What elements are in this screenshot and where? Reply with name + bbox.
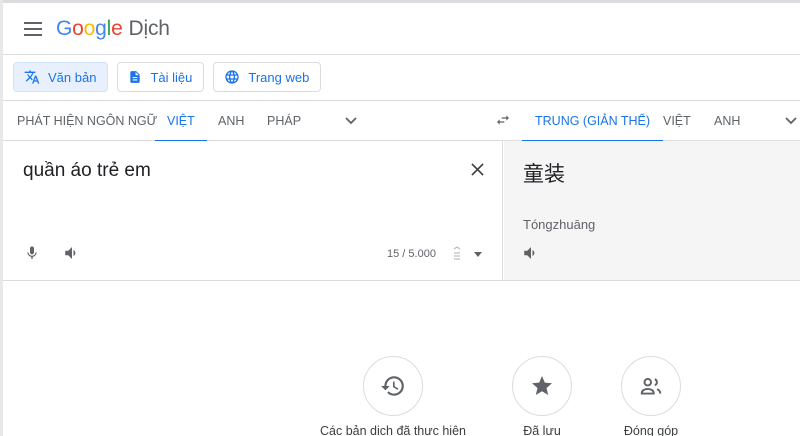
document-mode-label: Tài liệu [150, 69, 193, 85]
product-name: Dịch [128, 17, 170, 40]
swap-languages-button[interactable] [495, 112, 511, 133]
text-mode-label: Văn bản [48, 69, 97, 85]
character-count: 15 / 5.000 [387, 248, 436, 260]
speaker-icon [65, 247, 76, 259]
globe-icon [225, 70, 240, 84]
source-lang-vietnamese-tab[interactable]: VIỆT [155, 101, 207, 142]
source-text-panel: quần áo trẻ em 15 / 5.000 [3, 141, 503, 281]
star-icon [532, 376, 552, 395]
input-tools-button[interactable] [447, 242, 467, 266]
translate-icon [24, 70, 40, 84]
saved-action[interactable]: Đã lưu [512, 356, 572, 436]
source-text-input[interactable]: quần áo trẻ em [23, 160, 151, 182]
panels-divider [3, 280, 800, 281]
history-action[interactable]: Các bản dịch đã thực hiện [320, 356, 466, 436]
input-tools-dropdown-button[interactable] [469, 242, 487, 266]
target-lang-chinese-simplified-tab[interactable]: TRUNG (GIẢN THỂ) [522, 101, 664, 142]
keyboard-input-icon [453, 246, 461, 260]
listen-source-button[interactable] [60, 241, 84, 265]
chevron-down-icon [785, 117, 797, 125]
close-icon [470, 162, 484, 176]
source-lang-french-tab[interactable]: PHÁP [267, 101, 301, 141]
translated-text: 童装 [523, 162, 565, 186]
translation-mode-switcher: Văn bản Tài liệu Trang web [13, 62, 322, 92]
history-button[interactable] [363, 356, 423, 416]
microphone-icon [27, 246, 37, 259]
logo-letter: g [95, 17, 107, 40]
history-icon [381, 376, 404, 396]
swap-arrows-icon [497, 115, 509, 125]
contribute-label: Đóng góp [623, 424, 679, 436]
source-lang-dropdown-button[interactable] [341, 111, 361, 131]
website-mode-label: Trang web [248, 69, 310, 85]
logo-letter: o [83, 17, 96, 40]
caret-down-icon [474, 251, 482, 257]
logo-letter: e [111, 17, 123, 40]
contribute-button[interactable] [621, 356, 681, 416]
hamburger-menu-icon [24, 22, 42, 36]
translation-output-panel: 童装 Tóngzhuāng [504, 141, 800, 281]
chevron-down-icon [345, 117, 357, 125]
people-icon [640, 377, 662, 395]
listen-translation-button[interactable] [519, 241, 543, 265]
document-mode-button[interactable]: Tài liệu [117, 62, 205, 92]
logo-letter: o [72, 17, 84, 40]
app-header: Google Dịch [3, 3, 800, 55]
google-translate-logo[interactable]: Google Dịch [56, 17, 170, 41]
text-mode-button[interactable]: Văn bản [13, 62, 109, 92]
target-lang-dropdown-button[interactable] [781, 111, 800, 131]
website-mode-button[interactable]: Trang web [213, 62, 322, 92]
contribute-action[interactable]: Đóng góp [620, 356, 682, 436]
target-lang-english-tab[interactable]: ANH [714, 101, 740, 141]
speaker-icon [524, 247, 535, 259]
document-icon [130, 71, 141, 83]
language-bar: PHÁT HIỆN NGÔN NGỮ VIỆT ANH PHÁP TRUNG (… [3, 100, 800, 142]
saved-label: Đã lưu [523, 424, 561, 436]
main-menu-button[interactable] [19, 15, 47, 43]
clear-source-button[interactable] [465, 157, 489, 181]
voice-input-button[interactable] [20, 241, 44, 265]
source-lang-detect-tab[interactable]: PHÁT HIỆN NGÔN NGỮ [17, 101, 157, 141]
source-lang-english-tab[interactable]: ANH [218, 101, 244, 141]
transliteration-text: Tóngzhuāng [523, 217, 596, 232]
target-lang-vietnamese-tab[interactable]: VIỆT [663, 101, 691, 141]
saved-button[interactable] [512, 356, 572, 416]
history-label: Các bản dịch đã thực hiện [320, 424, 466, 436]
logo-letter: G [56, 17, 73, 40]
